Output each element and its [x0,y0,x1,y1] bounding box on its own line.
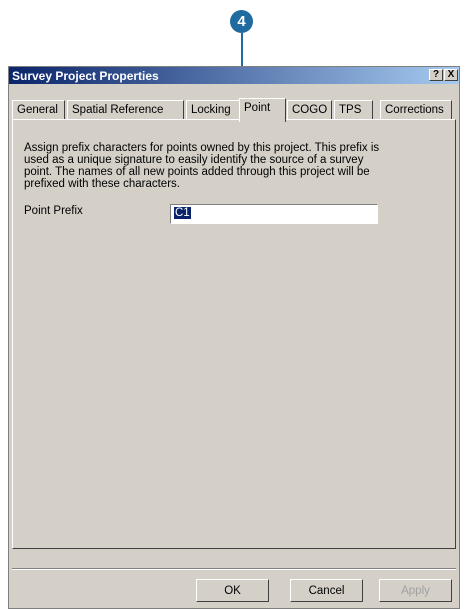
tab-spatial-reference[interactable]: Spatial Reference [67,100,184,120]
title-bar[interactable]: Survey Project Properties [9,67,459,84]
step-callout-badge: 4 [230,10,253,33]
prefix-description: Assign prefix characters for points owne… [24,142,380,190]
point-prefix-label: Point Prefix [24,205,83,217]
survey-project-properties-dialog: Survey Project Properties ? X General Sp… [8,66,460,609]
window-title: Survey Project Properties [12,68,159,83]
tab-general[interactable]: General [12,100,65,120]
help-button[interactable]: ? [429,69,443,81]
tab-locking[interactable]: Locking [186,100,240,120]
button-separator [12,568,456,570]
point-prefix-input[interactable]: C1 [170,204,378,224]
tab-tps[interactable]: TPS [334,100,373,120]
ok-button[interactable]: OK [196,579,269,602]
close-button[interactable]: X [444,69,458,81]
cancel-button[interactable]: Cancel [290,579,363,602]
tab-corrections[interactable]: Corrections [380,100,452,120]
tab-cogo[interactable]: COGO [287,100,332,120]
tab-point[interactable]: Point [239,98,286,122]
apply-button[interactable]: Apply [379,579,452,602]
point-prefix-value: C1 [174,207,191,219]
